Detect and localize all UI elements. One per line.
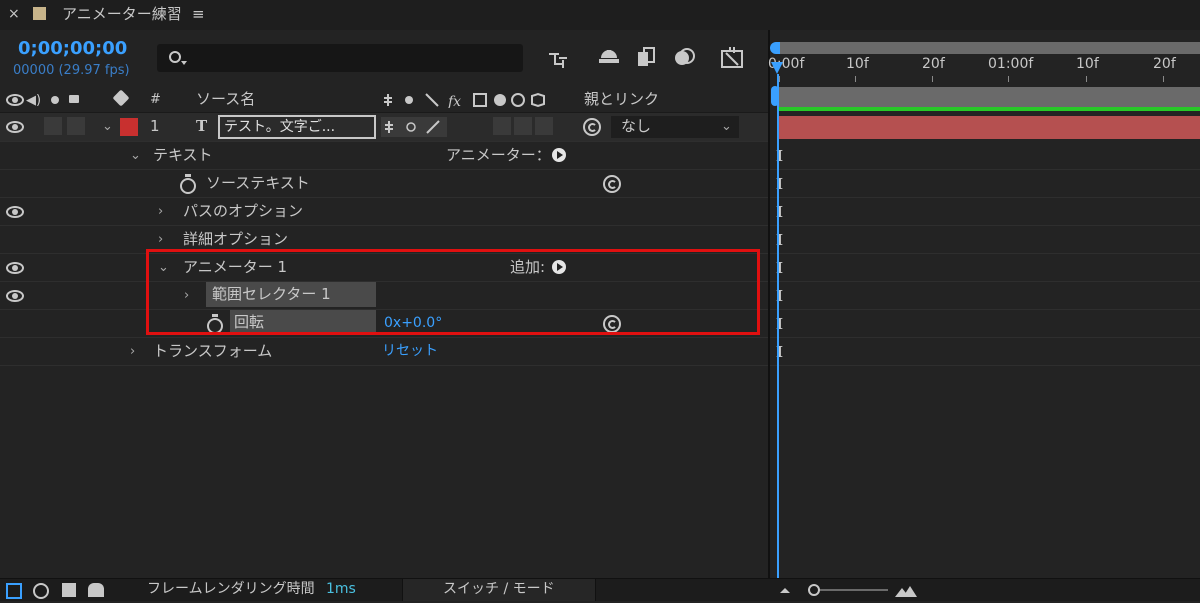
ruler-tick: [1163, 76, 1164, 82]
ruler-label: 10f: [1076, 56, 1099, 72]
search-icon: [169, 51, 181, 63]
layer-visibility-eye-icon[interactable]: [6, 121, 24, 133]
zoom-out-icon[interactable]: [780, 588, 790, 593]
frame-count: 00000 (29.97 fps): [13, 63, 130, 78]
playhead-header-marker: [771, 86, 779, 106]
layer-duration-bar[interactable]: [778, 116, 1200, 139]
video-eye-icon[interactable]: [6, 94, 24, 106]
layer-expand-chevron-icon[interactable]: ⌄: [102, 113, 113, 140]
animate-menu-play-icon[interactable]: [552, 148, 566, 162]
composition-icon: [33, 7, 46, 20]
toggle-switches-modes-button[interactable]: スイッチ / モード: [402, 579, 596, 601]
animate-label: アニメーター：: [446, 146, 551, 164]
source-text-label: ソーステキスト: [206, 174, 310, 192]
label-tag-icon[interactable]: [112, 89, 130, 107]
transfer-controls-icon[interactable]: [62, 583, 76, 597]
highlight-box: [146, 249, 760, 335]
shy-layers-icon[interactable]: [597, 46, 621, 68]
ruler-tick: [779, 76, 780, 82]
switches-icons: fx: [382, 92, 557, 110]
layer-switches[interactable]: [381, 117, 447, 137]
layer-label-color[interactable]: [120, 118, 138, 136]
comp-flowchart-icon[interactable]: [6, 583, 22, 599]
bottom-bar: フレームレンダリング時間 1ms スイッチ / モード: [0, 578, 1200, 601]
in-out-columns-icon[interactable]: [88, 583, 104, 597]
layer-switch-frame-blend[interactable]: [514, 117, 532, 135]
ruler-tick: [932, 76, 933, 82]
text-expand-chevron-icon[interactable]: ⌄: [130, 142, 141, 169]
timecode-display[interactable]: 0;00;00;00: [18, 38, 127, 59]
zoom-slider-track[interactable]: [812, 589, 888, 591]
lock-icon[interactable]: [69, 95, 79, 103]
ruler-tick: [855, 76, 856, 82]
path-options-eye-icon[interactable]: [6, 206, 24, 218]
transform-reset-link[interactable]: リセット: [382, 338, 438, 365]
text-group-label: テキスト: [153, 146, 213, 164]
range-selector-eye-icon[interactable]: [6, 290, 24, 302]
panel-menu-icon[interactable]: ≡: [192, 1, 205, 28]
layer-switch-fx[interactable]: [493, 117, 511, 135]
parent-dropdown-value: なし: [621, 117, 652, 135]
work-area-start-handle[interactable]: [770, 42, 780, 54]
parent-dropdown[interactable]: なし ⌄: [611, 116, 739, 138]
property-row-source-text[interactable]: ソーステキスト: [0, 170, 768, 198]
layer-name-field[interactable]: テスト。文字ご...: [218, 115, 376, 139]
source-text-expression-icon[interactable]: [603, 175, 621, 193]
animator-eye-icon[interactable]: [6, 262, 24, 274]
layer-row[interactable]: ⌄ 1 T テスト。文字ご... なし ⌄: [0, 113, 768, 142]
pick-whip-icon[interactable]: [583, 118, 601, 136]
path-options-label: パスのオプション: [183, 202, 304, 220]
title-tab-bar: × アニメーター練習 ≡: [0, 0, 1200, 30]
property-row-text[interactable]: ⌄ テキスト アニメーター：: [0, 142, 768, 170]
audio-switch[interactable]: [44, 117, 62, 135]
property-row-path-options[interactable]: › パスのオプション: [0, 198, 768, 226]
search-input[interactable]: [193, 48, 517, 70]
toggle-switches-modes-label: スイッチ / モード: [443, 581, 555, 597]
column-source-name[interactable]: ソース名: [196, 86, 255, 113]
path-options-chevron-icon[interactable]: ›: [158, 198, 163, 225]
work-area-bar[interactable]: [780, 42, 1200, 54]
layer-switches-pane-icon[interactable]: [33, 583, 49, 599]
ruler-label: 20f: [1153, 56, 1176, 72]
ruler-label: 10f: [846, 56, 869, 72]
solo-icon[interactable]: [51, 96, 59, 104]
render-time-value: 1ms: [326, 581, 356, 597]
column-number: #: [150, 92, 161, 107]
motion-blur-icon[interactable]: [673, 46, 697, 68]
search-dropdown-icon: [181, 61, 187, 65]
graph-editor-icon[interactable]: [720, 45, 746, 69]
text-layer-type-icon: T: [196, 117, 208, 135]
frame-blending-icon[interactable]: [636, 46, 658, 68]
parent-dropdown-chevron-icon: ⌄: [721, 119, 732, 134]
work-area-green-line: [778, 107, 1200, 111]
search-field[interactable]: [157, 44, 523, 72]
stopwatch-icon[interactable]: [180, 174, 196, 194]
column-header: ◀) # ソース名 fx 親とリンク: [0, 87, 768, 113]
audio-icon[interactable]: ◀): [26, 93, 41, 108]
svg-text:fx: fx: [447, 94, 461, 108]
playhead-line[interactable]: [777, 74, 779, 578]
close-tab-icon[interactable]: ×: [8, 1, 20, 28]
layer-switch-motion-blur[interactable]: [535, 117, 553, 135]
ruler-label: 20f: [922, 56, 945, 72]
ruler-tick: [1008, 76, 1009, 82]
solo-switch[interactable]: [67, 117, 85, 135]
column-parent-link[interactable]: 親とリンク: [584, 86, 659, 113]
draft-3d-icon[interactable]: [547, 48, 571, 68]
ruler-tick: [1086, 76, 1087, 82]
transform-label: トランスフォーム: [153, 342, 273, 360]
playhead-handle[interactable]: [771, 62, 783, 74]
timeline-rows: [770, 142, 1200, 366]
transform-chevron-icon[interactable]: ›: [130, 338, 135, 365]
property-row-transform[interactable]: › トランスフォーム リセット: [0, 338, 768, 366]
zoom-slider-knob[interactable]: [808, 584, 820, 596]
layer-number: 1: [150, 117, 160, 135]
ruler-label: 01:00f: [988, 56, 1034, 72]
render-time-label: フレームレンダリング時間: [147, 581, 315, 597]
timeline-ruler[interactable]: [770, 30, 1200, 86]
tab-title[interactable]: アニメーター練習: [62, 1, 182, 28]
zoom-in-icon[interactable]: [895, 583, 917, 601]
timeline-header-strip: [778, 87, 1200, 107]
